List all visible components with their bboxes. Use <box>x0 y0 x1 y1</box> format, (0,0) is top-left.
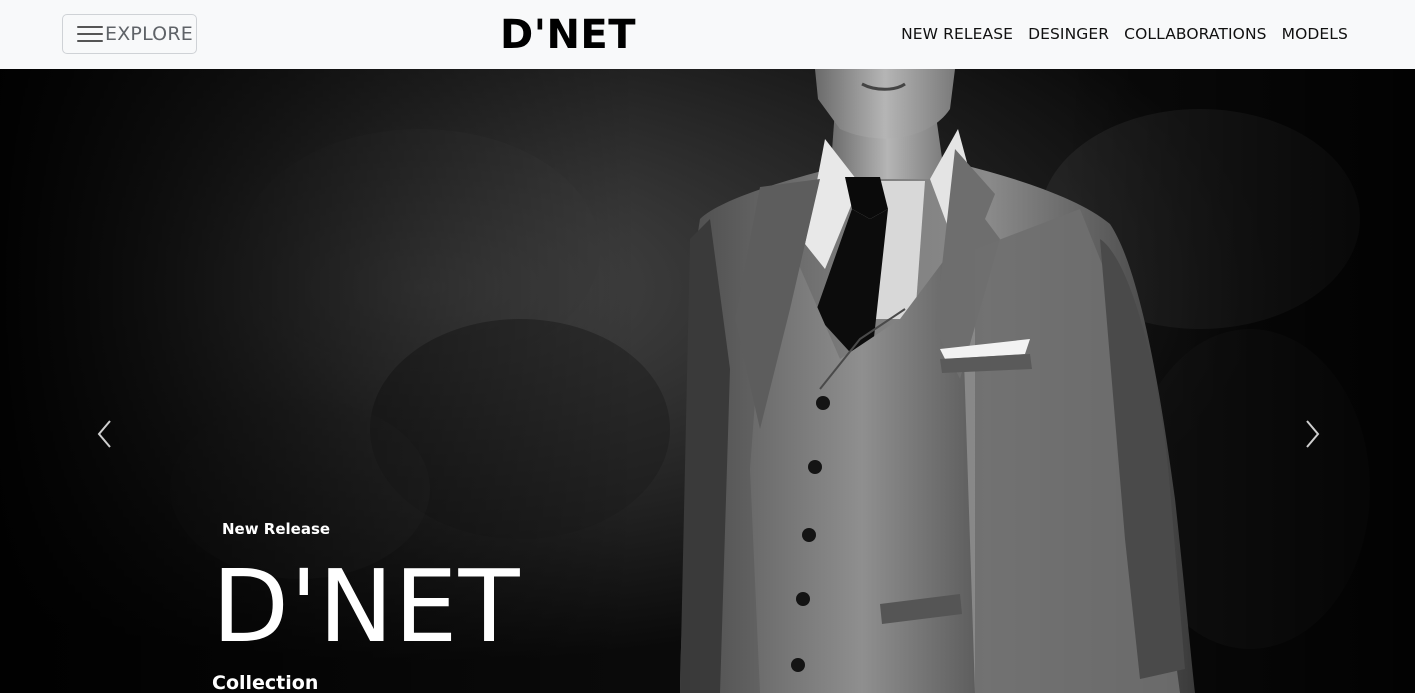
explore-button[interactable]: EXPLORE <box>62 14 197 54</box>
chevron-left-icon <box>97 420 111 448</box>
carousel-next-button[interactable] <box>1292 409 1332 459</box>
nav-links: NEW RELEASE DESINGER COLLABORATIONS MODE… <box>886 24 1348 44</box>
nav-link-new-release[interactable]: NEW RELEASE <box>901 24 1013 44</box>
chevron-right-icon <box>1306 420 1320 448</box>
hero-subtitle: Collection <box>212 672 319 693</box>
nav-link-models[interactable]: MODELS <box>1282 24 1348 44</box>
hamburger-menu-icon <box>77 24 103 44</box>
nav-link-collaborations[interactable]: COLLABORATIONS <box>1124 24 1266 44</box>
top-navbar: EXPLORE D'NET NEW RELEASE DESINGER COLLA… <box>0 0 1415 69</box>
carousel-prev-button[interactable] <box>85 409 125 459</box>
nav-link-designer[interactable]: DESINGER <box>1028 24 1109 44</box>
hero-title: D'NET <box>212 548 521 665</box>
hero-carousel: New Release D'NET Collection <box>0 69 1415 693</box>
hero-eyebrow: New Release <box>222 520 331 538</box>
brand-logo[interactable]: D'NET <box>500 10 636 60</box>
explore-label: EXPLORE <box>105 23 193 45</box>
